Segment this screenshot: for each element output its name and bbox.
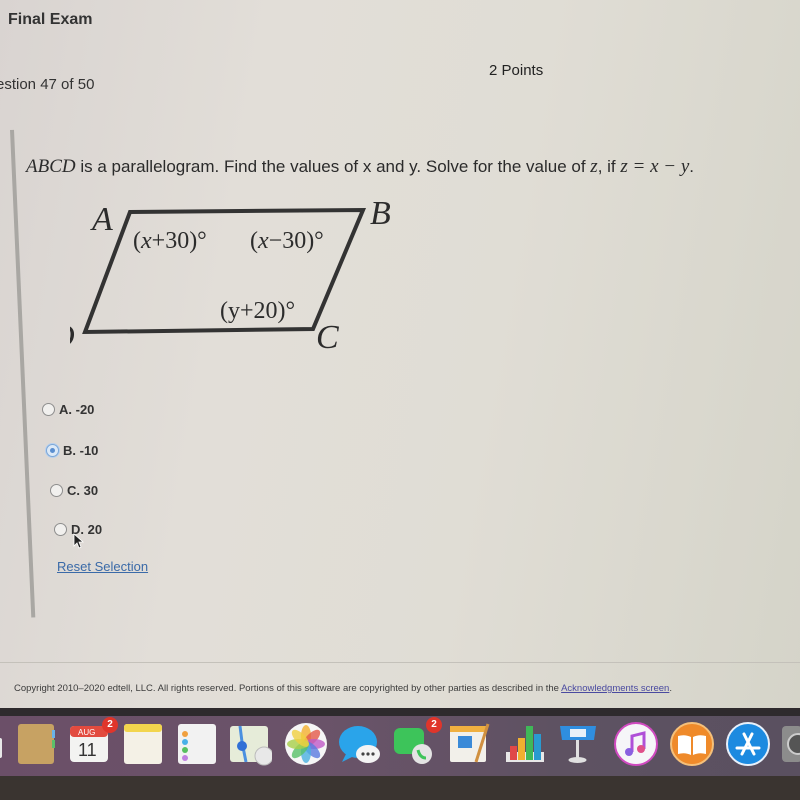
ibooks-icon bbox=[670, 722, 714, 766]
acknowledgments-link[interactable]: Acknowledgments screen bbox=[561, 683, 669, 694]
option-b-label: B. -10 bbox=[63, 443, 99, 458]
maps-icon bbox=[230, 725, 274, 766]
calendar-month: AUG bbox=[78, 728, 95, 737]
dock-item-partial[interactable] bbox=[0, 738, 2, 758]
gear-icon bbox=[782, 726, 800, 762]
dock-system-preferences[interactable] bbox=[782, 722, 800, 766]
facetime-badge: 2 bbox=[426, 717, 442, 733]
dock-ibooks[interactable] bbox=[670, 722, 714, 766]
copyright-text: Copyright 2010–2020 edtell, LLC. All rig… bbox=[14, 683, 672, 694]
vertex-a: A bbox=[90, 201, 113, 238]
option-a-label: A. -20 bbox=[59, 402, 95, 417]
vertex-b: B bbox=[370, 195, 391, 232]
dock-photos[interactable] bbox=[284, 722, 328, 766]
parallelogram-diagram: A B C D (x+30)° (x−30)° (y+20)° bbox=[70, 195, 391, 356]
dock-keynote[interactable] bbox=[556, 722, 600, 766]
itunes-icon bbox=[614, 722, 658, 766]
question-equation: z = x − y bbox=[620, 156, 690, 177]
footer-divider bbox=[0, 662, 800, 663]
question-text: ABCD is a parallelogram. Find the values… bbox=[26, 156, 694, 178]
option-c[interactable]: C. 30 bbox=[50, 483, 98, 498]
dock-facetime[interactable]: 2 bbox=[392, 717, 442, 766]
angle-c-label: (y+20)° bbox=[220, 298, 295, 324]
copyright-body: Copyright 2010–2020 edtell, LLC. All rig… bbox=[14, 683, 562, 694]
dock-messages[interactable] bbox=[338, 722, 382, 766]
exam-title: Final Exam bbox=[8, 11, 93, 28]
radio-d[interactable] bbox=[54, 523, 67, 536]
question-counter: estion 47 of 50 bbox=[0, 76, 95, 93]
keynote-icon bbox=[560, 726, 596, 763]
pages-icon bbox=[450, 723, 490, 763]
dock-calendar[interactable]: AUG 11 2 bbox=[68, 717, 118, 766]
left-divider bbox=[10, 129, 36, 618]
radio-a[interactable] bbox=[42, 403, 55, 416]
vertex-c: C bbox=[316, 319, 339, 356]
angle-a-label: (x+30)° bbox=[133, 228, 207, 254]
calendar-day: 11 bbox=[78, 740, 97, 760]
desk-surface bbox=[0, 776, 800, 800]
angle-b-label: (x−30)° bbox=[250, 228, 324, 254]
app-store-icon bbox=[726, 722, 770, 766]
screen-bezel bbox=[0, 708, 800, 716]
messages-icon bbox=[339, 726, 380, 763]
reminders-icon bbox=[178, 724, 216, 764]
question-body: is a parallelogram. Find the values of x… bbox=[75, 157, 591, 176]
copyright-end: . bbox=[669, 683, 672, 694]
exam-screen: Final Exam estion 47 of 50 2 Points ABCD… bbox=[0, 0, 800, 708]
dock-numbers[interactable] bbox=[502, 722, 546, 766]
option-b[interactable]: B. -10 bbox=[46, 443, 98, 458]
dock-notes[interactable] bbox=[122, 722, 166, 766]
dock-pages[interactable] bbox=[448, 722, 492, 766]
notes-icon bbox=[124, 724, 162, 764]
question-math-z: z bbox=[590, 156, 598, 177]
dock-contacts[interactable] bbox=[16, 722, 60, 766]
question-if: , if bbox=[597, 157, 621, 176]
radio-b-selected[interactable] bbox=[46, 444, 59, 457]
radio-c[interactable] bbox=[50, 484, 63, 497]
dock-itunes[interactable] bbox=[614, 722, 658, 766]
option-c-label: C. 30 bbox=[67, 483, 99, 498]
photos-icon bbox=[285, 723, 327, 765]
numbers-icon bbox=[506, 726, 544, 762]
calendar-badge: 2 bbox=[102, 717, 118, 733]
vertex-d: D bbox=[70, 318, 75, 355]
contacts-icon bbox=[18, 724, 55, 764]
question-end: . bbox=[689, 157, 695, 176]
reset-selection-link[interactable]: Reset Selection bbox=[57, 559, 148, 574]
dock-reminders[interactable] bbox=[176, 722, 220, 766]
mouse-cursor-icon bbox=[73, 533, 85, 549]
question-math-abcd: ABCD bbox=[26, 156, 76, 177]
dock: AUG 11 2 2 bbox=[0, 716, 800, 776]
dock-maps[interactable] bbox=[228, 722, 274, 766]
option-a[interactable]: A. -20 bbox=[42, 402, 94, 417]
dock-app-store[interactable] bbox=[726, 722, 770, 766]
points-label: 2 Points bbox=[489, 62, 544, 79]
